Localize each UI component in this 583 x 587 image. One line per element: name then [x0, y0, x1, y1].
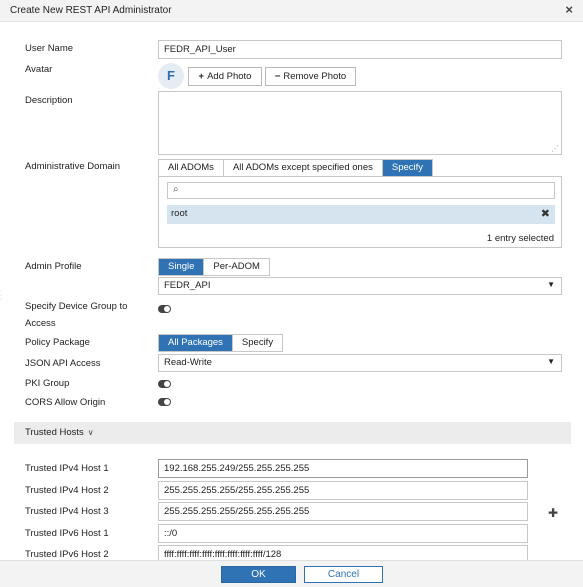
trusted-hosts-section-header[interactable]: Trusted Hosts ∨: [14, 422, 571, 444]
admin-domain-option-specify[interactable]: Specify: [382, 160, 433, 176]
description-label: Description: [25, 95, 73, 106]
resize-handle-icon[interactable]: · · ·: [0, 288, 2, 303]
add-host-icon[interactable]: ✚: [548, 506, 558, 520]
dialog-titlebar: Create New REST API Administrator ×: [0, 0, 583, 22]
trusted-host-input[interactable]: ::/0: [158, 524, 528, 543]
json-api-select[interactable]: Read-Write ▼: [158, 354, 562, 372]
remove-item-icon[interactable]: ✖: [541, 207, 550, 220]
device-group-label-line1: Specify Device Group to: [25, 301, 128, 312]
trusted-host-input[interactable]: 255.255.255.255/255.255.255.255: [158, 481, 528, 500]
admin-domain-label: Administrative Domain: [25, 161, 121, 172]
avatar: F: [158, 63, 184, 89]
description-textarea[interactable]: ⋰: [158, 91, 562, 155]
admin-profile-label: Admin Profile: [25, 261, 82, 272]
adom-search-input[interactable]: ⌕: [167, 182, 555, 199]
policy-package-segmented: All Packages Specify: [158, 334, 284, 352]
adom-count-text: 1 entry selected: [486, 233, 554, 244]
trusted-host-label: Trusted IPv4 Host 1: [25, 463, 109, 474]
dialog-footer: OK Cancel: [0, 560, 583, 587]
resize-grip-icon[interactable]: ⋰: [551, 145, 559, 153]
admin-profile-select[interactable]: FEDR_API ▼: [158, 277, 562, 295]
cors-toggle[interactable]: [158, 398, 171, 406]
trusted-host-label: Trusted IPv6 Host 1: [25, 528, 109, 539]
remove-photo-button[interactable]: − Remove Photo: [265, 67, 356, 86]
pki-group-label: PKI Group: [25, 378, 70, 389]
json-api-label: JSON API Access: [25, 358, 101, 369]
cors-label: CORS Allow Origin: [25, 397, 106, 408]
pki-group-toggle[interactable]: [158, 380, 171, 388]
admin-domain-segmented: All ADOMs All ADOMs except specified one…: [158, 159, 434, 177]
ok-button[interactable]: OK: [221, 566, 296, 583]
add-photo-button[interactable]: + Add Photo: [188, 67, 262, 86]
json-api-value: Read-Write: [164, 357, 212, 368]
trusted-host-input[interactable]: 192.168.255.249/255.255.255.255: [158, 459, 528, 478]
search-icon: ⌕: [173, 184, 179, 195]
close-icon[interactable]: ×: [565, 3, 573, 17]
user-name-label: User Name: [25, 43, 74, 54]
admin-profile-segmented: Single Per-ADOM: [158, 258, 270, 276]
adom-selection-box: ⌕ root ✖ 1 entry selected: [158, 176, 562, 248]
chevron-down-icon: ∨: [87, 428, 94, 437]
policy-package-label: Policy Package: [25, 337, 90, 348]
plus-icon: +: [198, 71, 205, 82]
admin-domain-option-except[interactable]: All ADOMs except specified ones: [224, 160, 383, 176]
policy-package-option-specify[interactable]: Specify: [233, 335, 282, 351]
trusted-hosts-section-label: Trusted Hosts: [25, 427, 84, 438]
avatar-label: Avatar: [25, 64, 53, 75]
admin-profile-option-per-adom[interactable]: Per-ADOM: [204, 259, 268, 275]
admin-domain-option-all[interactable]: All ADOMs: [159, 160, 224, 176]
user-name-input[interactable]: FEDR_API_User: [158, 40, 562, 59]
device-group-label-line2: Access: [25, 318, 56, 329]
adom-list-item[interactable]: root ✖: [167, 205, 555, 224]
trusted-host-input[interactable]: 255.255.255.255/255.255.255.255: [158, 502, 528, 521]
cancel-button[interactable]: Cancel: [304, 566, 383, 583]
caret-down-icon: ▼: [547, 357, 555, 366]
admin-profile-value: FEDR_API: [164, 280, 211, 291]
trusted-host-label: Trusted IPv4 Host 2: [25, 485, 109, 496]
dialog-title: Create New REST API Administrator: [10, 5, 172, 16]
trusted-host-label: Trusted IPv4 Host 3: [25, 506, 109, 517]
policy-package-option-all[interactable]: All Packages: [159, 335, 233, 351]
adom-item-label: root: [171, 208, 188, 219]
remove-photo-label: Remove Photo: [283, 71, 347, 82]
add-photo-label: Add Photo: [207, 71, 252, 82]
caret-down-icon: ▼: [547, 280, 555, 289]
minus-icon: −: [274, 71, 281, 82]
admin-profile-option-single[interactable]: Single: [159, 259, 205, 275]
device-group-toggle[interactable]: [158, 305, 171, 313]
